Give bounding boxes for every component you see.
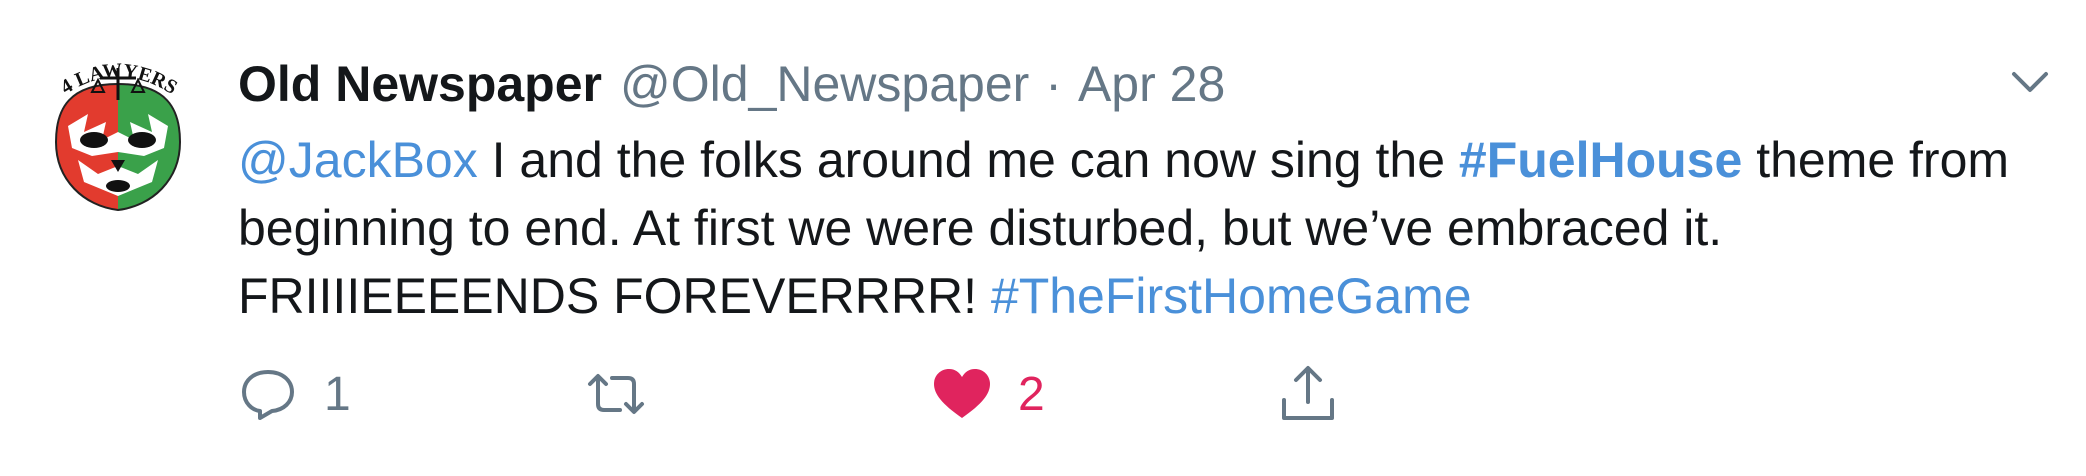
avatar-mask-image: 4 LAWYERS <box>54 60 182 212</box>
like-button[interactable]: 2 <box>932 362 1045 426</box>
tweet-text-line3: FRIIIIEEEENDS FOREVERRRR! <box>238 268 991 324</box>
hashtag-thefirsthomegame-link[interactable]: #TheFirstHomeGame <box>991 268 1472 324</box>
hashtag-fuelhouse-link[interactable]: #FuelHouse <box>1459 132 1742 188</box>
tweet-text-line-2: beginning to end. At first we were distu… <box>238 200 1723 256</box>
share-icon <box>1282 366 1334 420</box>
tweet-text-line-1: @JackBox I and the folks around me can n… <box>238 126 2038 194</box>
tweet[interactable]: 4 LAWYERS Old Newspaper @Old_Newspaper ·… <box>0 0 2086 476</box>
reply-button[interactable]: 1 <box>238 362 351 426</box>
heart-icon <box>934 369 990 418</box>
author-name[interactable]: Old Newspaper <box>238 55 602 113</box>
reply-icon <box>242 370 294 420</box>
mention-link[interactable]: @JackBox <box>238 132 478 188</box>
tweet-header: Old Newspaper @Old_Newspaper · Apr 28 <box>238 52 1225 116</box>
tweet-date[interactable]: Apr 28 <box>1078 55 1225 113</box>
tweet-text-line-3: FRIIIIEEEENDS FOREVERRRR! #TheFirstHomeG… <box>238 262 2038 330</box>
author-handle[interactable]: @Old_Newspaper <box>620 55 1029 113</box>
tweet-text-part2: theme from <box>1742 132 2010 188</box>
reply-count: 1 <box>324 367 351 421</box>
action-bar: 1 2 <box>238 362 1438 426</box>
chevron-down-icon[interactable] <box>2008 64 2052 100</box>
share-button[interactable] <box>1278 362 1338 426</box>
separator-dot: · <box>1045 56 1062 112</box>
tweet-text-part1: I and the folks around me can now sing t… <box>477 132 1459 188</box>
tweet-text: @JackBox I and the folks around me can n… <box>238 126 2038 330</box>
retweet-icon <box>588 374 644 414</box>
avatar[interactable]: 4 LAWYERS <box>48 56 188 216</box>
like-count: 2 <box>1018 367 1045 421</box>
retweet-button[interactable] <box>584 362 674 426</box>
